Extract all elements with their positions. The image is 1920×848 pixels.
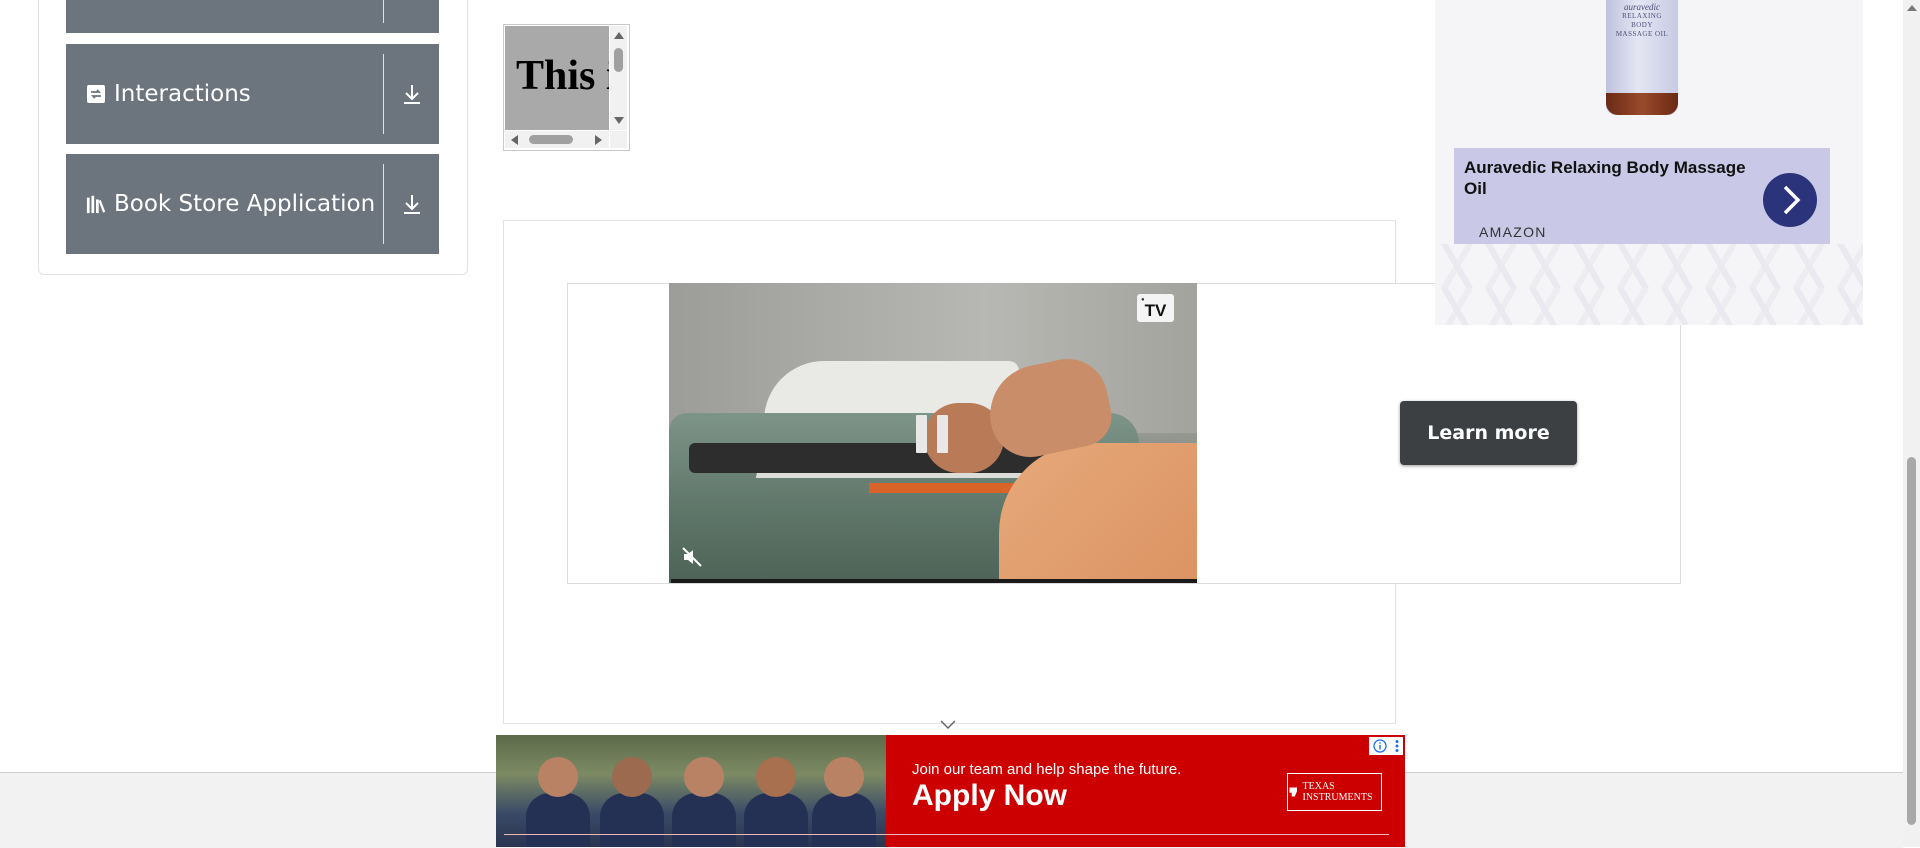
ad-choices[interactable] [1369, 737, 1403, 755]
page-scroll-up-icon[interactable] [1907, 5, 1917, 11]
learn-more-button[interactable]: Learn more [1400, 401, 1577, 465]
scroll-left-arrow-icon[interactable] [511, 135, 518, 145]
ad-background-pattern [1435, 244, 1863, 325]
sidebar-card: Interactions Book Store Application [38, 0, 468, 275]
bottle-label-line: BODY [1631, 21, 1653, 29]
tv-badge-dot: ● [1141, 297, 1145, 303]
sidebar-item-divider [383, 0, 384, 23]
banner-tagline: Join our team and help shape the future. [912, 761, 1182, 778]
video-progress-bar[interactable] [671, 579, 1197, 583]
vertical-scrollbar[interactable] [610, 26, 627, 130]
scroll-box-text: This is a [516, 53, 609, 99]
product-bottle-label: auravedic RELAXING BODY MASSAGE OIL [1612, 0, 1672, 39]
product-go-button[interactable] [1763, 173, 1817, 227]
apply-now-button[interactable]: Apply Now [912, 779, 1067, 813]
page-scroll-thumb[interactable] [1907, 457, 1916, 825]
tv-badge: ● TV [1137, 294, 1174, 322]
mute-icon[interactable] [681, 546, 703, 568]
sidebar-item-partial[interactable] [66, 0, 439, 33]
interactions-icon [86, 84, 106, 104]
product-title[interactable]: Auravedic Relaxing Body Massage Oil [1464, 157, 1764, 199]
bottle-label-line: RELAXING [1622, 12, 1662, 20]
info-icon[interactable] [1372, 739, 1387, 753]
horizontal-scroll-thumb[interactable] [529, 135, 573, 144]
product-image[interactable]: auravedic RELAXING BODY MASSAGE OIL [1606, 0, 1678, 115]
sidebar-item-interactions[interactable]: Interactions [66, 44, 439, 144]
horizontal-scrollbar[interactable] [505, 131, 609, 148]
scroll-content: This is a [505, 26, 609, 130]
banner-ad[interactable]: Join our team and help shape the future.… [496, 735, 1405, 847]
vertical-scroll-thumb[interactable] [614, 48, 623, 72]
scrollable-text-box[interactable]: This is a [503, 24, 630, 151]
banner-photo [496, 735, 886, 847]
bottle-brand: auravedic [1624, 2, 1660, 12]
book-store-icon [86, 194, 106, 214]
product-caption[interactable]: Auravedic Relaxing Body Massage Oil AMAZ… [1454, 148, 1830, 244]
page-scrollbar[interactable] [1903, 0, 1920, 847]
bottle-label-line: MASSAGE OIL [1615, 30, 1669, 38]
sidebar-item-label: Book Store Application [114, 191, 376, 217]
scroll-down-arrow-icon[interactable] [614, 117, 624, 124]
sidebar-item-book-store[interactable]: Book Store Application [66, 154, 439, 254]
scroll-right-arrow-icon[interactable] [595, 135, 602, 145]
ti-logo-icon [1289, 787, 1297, 797]
chevron-right-icon [1783, 185, 1801, 215]
scroll-up-arrow-icon[interactable] [614, 32, 624, 39]
chevron-down-icon[interactable] [940, 717, 956, 733]
video-player[interactable]: ● TV [669, 283, 1197, 583]
pause-icon[interactable] [916, 415, 950, 453]
texas-instruments-logo: TEXAS INSTRUMENTS [1287, 773, 1382, 811]
banner-border [504, 834, 1389, 835]
download-icon[interactable] [384, 154, 439, 254]
product-source: AMAZON [1479, 224, 1547, 240]
product-ad[interactable]: auravedic RELAXING BODY MASSAGE OIL Aura… [1435, 0, 1863, 325]
sidebar-item-label: Interactions [114, 81, 251, 107]
more-options-icon[interactable] [1394, 739, 1400, 753]
tv-badge-text: TV [1144, 301, 1167, 320]
logo-text: TEXAS INSTRUMENTS [1302, 781, 1373, 803]
scroll-corner [610, 131, 627, 148]
bottle-cap [1606, 93, 1678, 115]
download-icon[interactable] [384, 44, 439, 144]
